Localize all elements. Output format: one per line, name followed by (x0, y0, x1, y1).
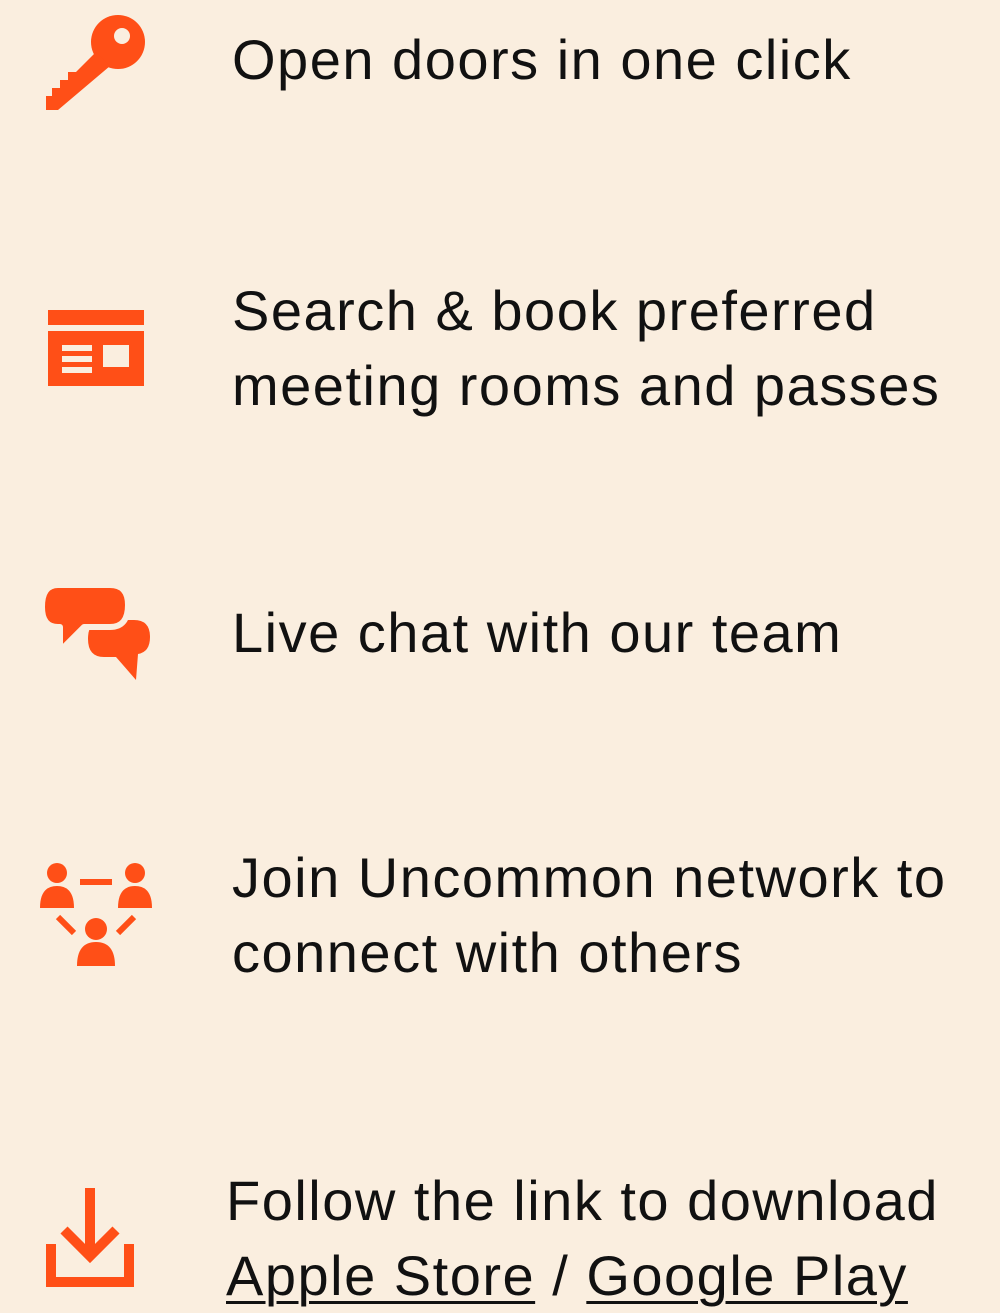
feature-text: Follow the link to download Apple Store … (226, 1163, 939, 1313)
download-links: Apple Store / Google Play (226, 1238, 939, 1313)
feature-line: meeting rooms and passes (232, 354, 941, 417)
feature-text: Live chat with our team (232, 595, 842, 670)
feature-line: Live chat with our team (232, 601, 843, 664)
key-icon (46, 15, 145, 110)
feature-line: Search & book preferred (232, 279, 877, 342)
feature-text: Join Uncommon network to connect with ot… (232, 840, 947, 990)
google-play-link[interactable]: Google Play (586, 1244, 908, 1307)
chat-bubbles-icon (42, 585, 150, 680)
link-separator: / (535, 1244, 587, 1307)
apple-store-link[interactable]: Apple Store (226, 1244, 535, 1307)
network-people-icon (40, 863, 152, 966)
feature-line: connect with others (232, 921, 743, 984)
feature-text: Open doors in one click (232, 22, 852, 97)
booking-card-icon (48, 310, 144, 386)
download-icon (46, 1188, 134, 1287)
feature-line: Open doors in one click (232, 28, 852, 91)
feature-text: Search & book preferred meeting rooms an… (232, 273, 940, 423)
feature-line: Join Uncommon network to (232, 846, 947, 909)
feature-line: Follow the link to download (226, 1169, 939, 1232)
